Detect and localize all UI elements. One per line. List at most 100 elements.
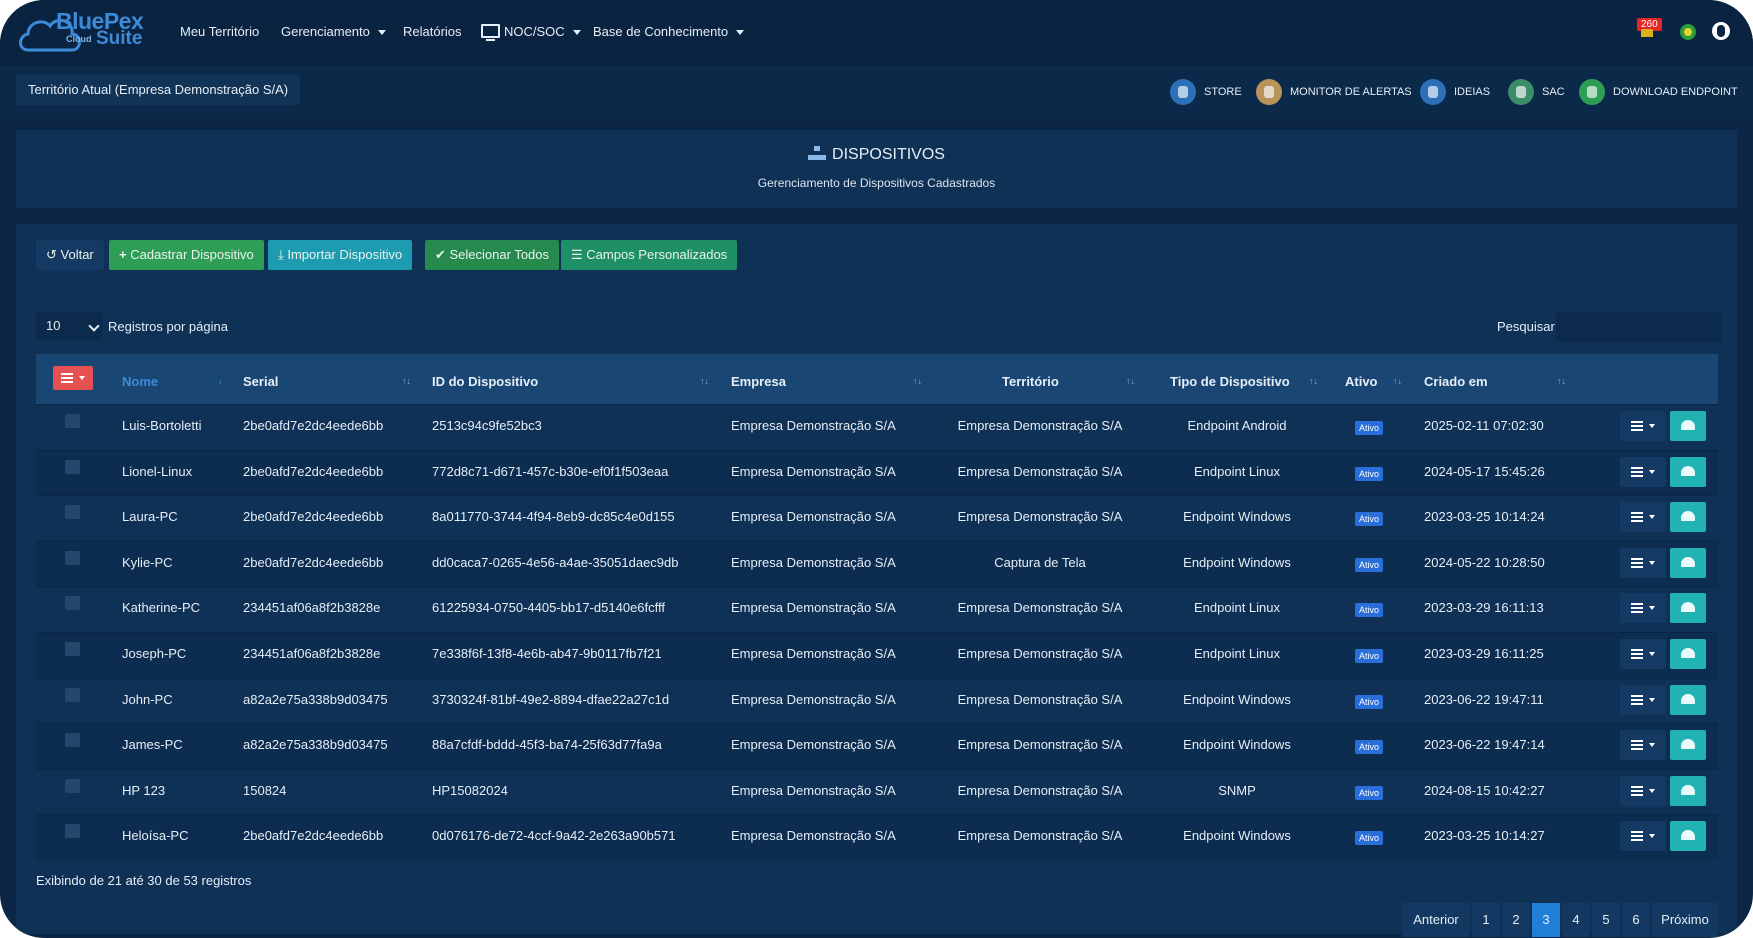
row-checkbox[interactable]: [65, 551, 80, 565]
sort-icon[interactable]: ↑↓: [1393, 376, 1402, 386]
menu-icon: [1631, 740, 1643, 742]
row-actions-menu-button[interactable]: [1620, 548, 1666, 578]
bell-icon[interactable]: [1641, 29, 1653, 37]
column-header-serial[interactable]: Serial: [243, 354, 278, 404]
cell-criado-em: 2024-08-15 10:42:27: [1424, 783, 1545, 798]
row-checkbox[interactable]: [65, 824, 80, 838]
row-checkbox[interactable]: [65, 779, 80, 793]
plus-icon: +: [119, 247, 131, 262]
cell-territorio: Empresa Demonstração S/A: [957, 646, 1123, 661]
column-header-nome[interactable]: Nome: [122, 354, 158, 404]
current-territory[interactable]: Território Atual (Empresa Demonstração S…: [16, 75, 301, 105]
row-checkbox[interactable]: [65, 505, 80, 519]
row-checkbox[interactable]: [65, 460, 80, 474]
pagination-previous[interactable]: Anterior: [1402, 903, 1470, 937]
custom-fields-button[interactable]: ☰ Campos Personalizados: [561, 240, 738, 270]
row-actions-menu-button[interactable]: [1620, 593, 1666, 623]
row-actions-menu-button[interactable]: [1620, 685, 1666, 715]
import-device-button[interactable]: ⤓ Importar Dispositivo: [268, 240, 413, 270]
dashboard-icon[interactable]: [1670, 411, 1706, 441]
cell-device-id: 7e338f6f-13f8-4e6b-ab47-9b0117fb7f21: [432, 646, 662, 661]
sort-icon[interactable]: ↑↓: [700, 376, 709, 386]
row-actions-menu-button[interactable]: [1620, 776, 1666, 806]
dashboard-icon[interactable]: [1670, 593, 1706, 623]
pagination-page-5[interactable]: 5: [1592, 903, 1620, 937]
caret-down-icon: [1649, 606, 1655, 610]
row-checkbox[interactable]: [65, 733, 80, 747]
cell-tipo: Endpoint Linux: [1193, 646, 1280, 661]
cell-tipo: Endpoint Linux: [1193, 464, 1280, 479]
column-header-territorio[interactable]: Território: [1002, 354, 1059, 404]
pagination-next[interactable]: Próximo: [1652, 903, 1718, 937]
quick-link-monitor-alertas[interactable]: MONITOR DE ALERTAS: [1256, 79, 1412, 106]
dashboard-icon[interactable]: [1670, 821, 1706, 851]
sort-icon[interactable]: ↑↓: [1557, 376, 1566, 386]
cell-empresa: Empresa Demonstração S/A: [731, 555, 896, 570]
app-window: BluePex Cloud Suite Meu Território Geren…: [0, 0, 1753, 938]
column-menu-button[interactable]: [53, 366, 93, 390]
nav-label: Base de Conhecimento: [593, 24, 729, 39]
row-actions-menu-button[interactable]: [1620, 821, 1666, 851]
pagination-page-2[interactable]: 2: [1502, 903, 1530, 937]
sitemap-icon: [808, 146, 827, 160]
dashboard-icon[interactable]: [1670, 730, 1706, 760]
sort-icon[interactable]: ↑↓: [913, 376, 922, 386]
sort-icon[interactable]: ↑↓: [1126, 376, 1135, 386]
brand-logo[interactable]: BluePex Cloud Suite: [16, 6, 156, 56]
pagination-page-6[interactable]: 6: [1622, 903, 1650, 937]
dashboard-icon[interactable]: [1670, 639, 1706, 669]
dashboard-icon[interactable]: [1670, 776, 1706, 806]
nav-noc-soc[interactable]: NOC/SOC: [481, 24, 581, 41]
back-button[interactable]: ↺ Voltar: [36, 240, 104, 270]
row-checkbox[interactable]: [65, 414, 80, 428]
sort-icon[interactable]: ↓: [218, 376, 223, 386]
quick-link-sac[interactable]: SAC: [1508, 79, 1565, 106]
row-actions-menu-button[interactable]: [1620, 457, 1666, 487]
cell-empresa: Empresa Demonstração S/A: [731, 464, 896, 479]
row-actions-menu-button[interactable]: [1620, 502, 1666, 532]
quick-link-store[interactable]: STORE: [1170, 79, 1242, 106]
quick-link-download-endpoint[interactable]: DOWNLOAD ENDPOINT: [1579, 79, 1738, 106]
quick-link-label: STORE: [1204, 86, 1242, 98]
search-input[interactable]: [1556, 312, 1722, 342]
pagination-page-4[interactable]: 4: [1562, 903, 1590, 937]
nav-meu-territorio[interactable]: Meu Território: [180, 24, 259, 39]
add-device-button[interactable]: + Cadastrar Dispositivo: [109, 240, 264, 270]
cell-territorio: Empresa Demonstração S/A: [957, 737, 1123, 752]
row-actions-menu-button[interactable]: [1620, 730, 1666, 760]
column-header-empresa[interactable]: Empresa: [731, 354, 786, 404]
cell-serial: 150824: [243, 783, 287, 798]
dashboard-icon[interactable]: [1670, 457, 1706, 487]
column-header-id[interactable]: ID do Dispositivo: [432, 354, 538, 404]
sort-icon[interactable]: ↑↓: [402, 376, 411, 386]
nav-base-conhecimento[interactable]: Base de Conhecimento: [593, 24, 745, 39]
pagination-page-3[interactable]: 3: [1532, 903, 1560, 937]
cell-empresa: Empresa Demonstração S/A: [731, 646, 896, 661]
alert-monitor-icon: [1256, 79, 1282, 106]
column-header-criado[interactable]: Criado em: [1424, 354, 1488, 404]
row-actions-menu-button[interactable]: [1620, 639, 1666, 669]
row-checkbox[interactable]: [65, 688, 80, 702]
row-checkbox[interactable]: [65, 596, 80, 610]
column-header-ativo[interactable]: Ativo: [1345, 354, 1378, 404]
caret-down-icon: [1649, 789, 1655, 793]
select-all-button[interactable]: ✔ Selecionar Todos: [425, 240, 560, 270]
store-icon: [1170, 79, 1196, 106]
dashboard-icon[interactable]: [1670, 502, 1706, 532]
dashboard-icon[interactable]: [1670, 548, 1706, 578]
history-icon: ↺: [46, 247, 61, 262]
column-header-tipo[interactable]: Tipo de Dispositivo: [1170, 354, 1290, 404]
row-actions-menu-button[interactable]: [1620, 411, 1666, 441]
row-checkbox[interactable]: [65, 642, 80, 656]
quick-link-label: DOWNLOAD ENDPOINT: [1613, 86, 1738, 98]
nav-relatorios[interactable]: Relatórios: [403, 24, 462, 39]
pagination-page-1[interactable]: 1: [1472, 903, 1500, 937]
quick-link-ideias[interactable]: IDEIAS: [1420, 79, 1490, 106]
cell-empresa: Empresa Demonstração S/A: [731, 600, 896, 615]
quick-link-label: SAC: [1542, 86, 1565, 98]
nav-gerenciamento[interactable]: Gerenciamento: [281, 24, 386, 39]
brazil-flag-icon[interactable]: [1680, 24, 1696, 40]
dashboard-icon[interactable]: [1670, 685, 1706, 715]
sort-icon[interactable]: ↑↓: [1309, 376, 1318, 386]
user-avatar-icon[interactable]: [1712, 22, 1730, 40]
